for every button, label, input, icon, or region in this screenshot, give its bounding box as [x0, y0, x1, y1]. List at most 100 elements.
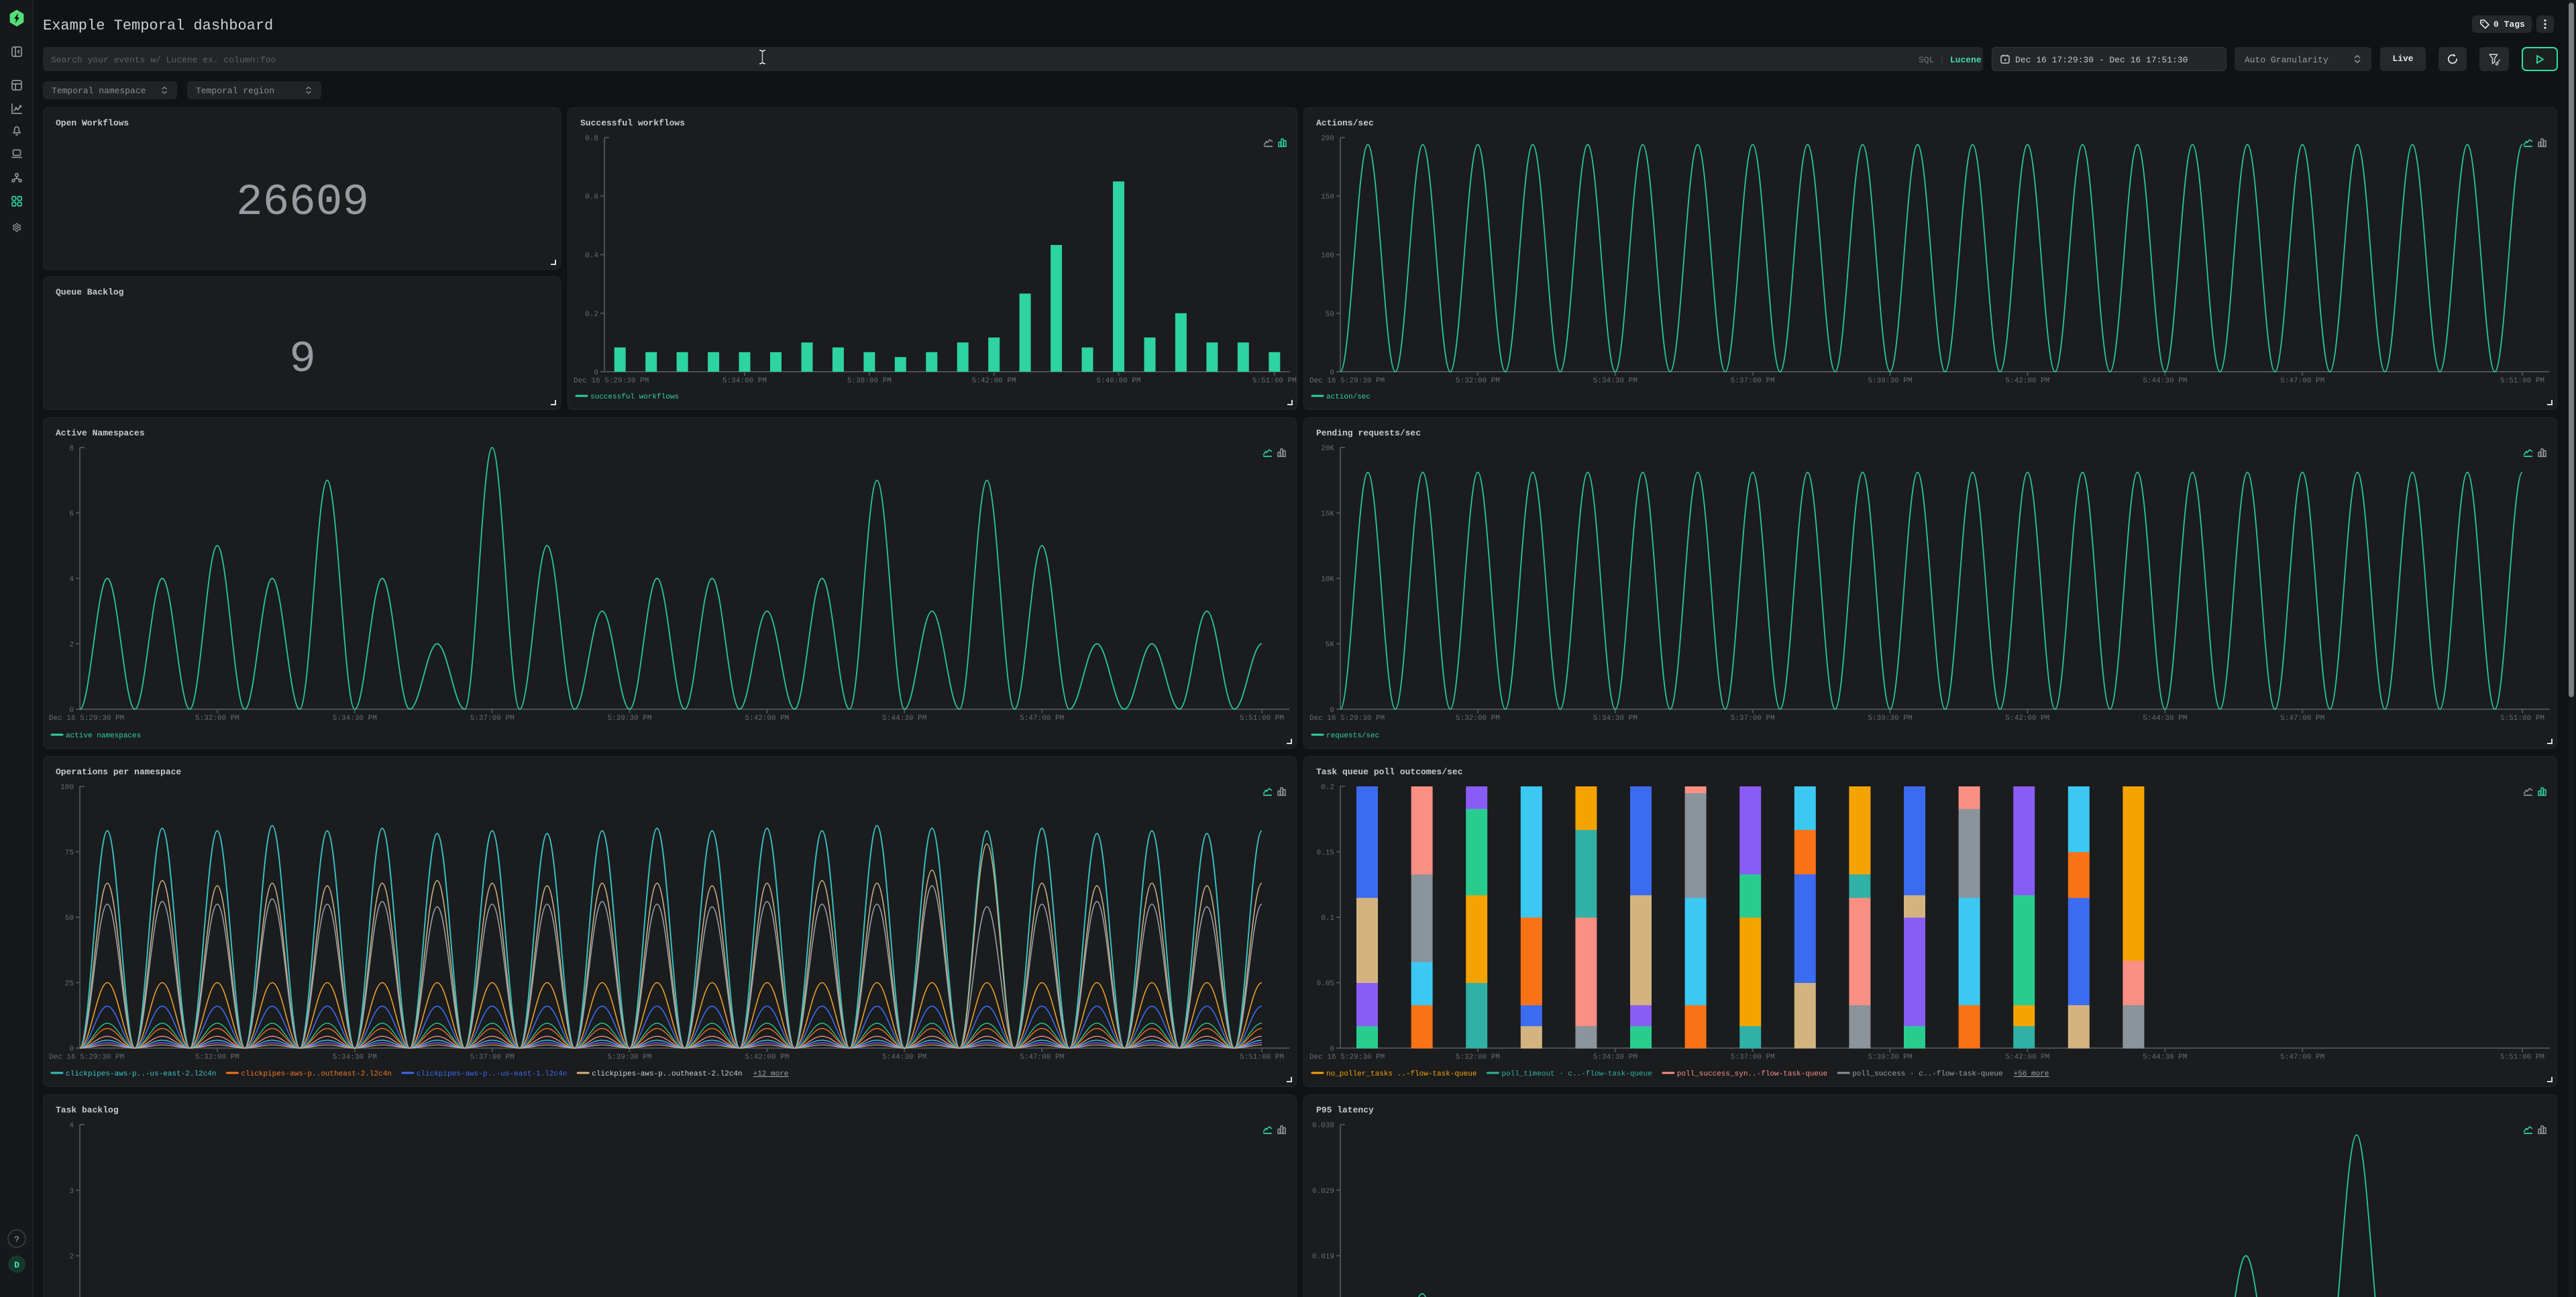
svg-text:Task backlog: Task backlog	[56, 1105, 119, 1115]
svg-text:3: 3	[69, 1188, 74, 1196]
svg-text:0.2: 0.2	[1321, 784, 1334, 792]
svg-text:5:44:30 PM: 5:44:30 PM	[2143, 1053, 2187, 1061]
svg-text:Dec 16 5:29:30 PM: Dec 16 5:29:30 PM	[574, 377, 649, 385]
svg-text:75: 75	[65, 849, 74, 858]
svg-text:5:39:30 PM: 5:39:30 PM	[607, 715, 651, 723]
svg-text:Task queue poll outcomes/sec: Task queue poll outcomes/sec	[1316, 767, 1463, 777]
svg-text:5:47:00 PM: 5:47:00 PM	[1020, 715, 1064, 723]
svg-text:0.2: 0.2	[585, 311, 598, 319]
svg-text:4: 4	[69, 1122, 74, 1130]
svg-text:0.4: 0.4	[585, 252, 598, 260]
svg-text:clickpipes-aws-p..outheast-2.l: clickpipes-aws-p..outheast-2.l2c4n	[241, 1070, 391, 1078]
svg-text:5:47:00 PM: 5:47:00 PM	[2280, 377, 2324, 385]
svg-text:5:34:30 PM: 5:34:30 PM	[1593, 715, 1638, 723]
svg-text:5:42:00 PM: 5:42:00 PM	[2005, 377, 2049, 385]
svg-text:5:34:00 PM: 5:34:00 PM	[722, 377, 767, 385]
svg-text:0.019: 0.019	[1312, 1253, 1334, 1261]
svg-text:5:37:00 PM: 5:37:00 PM	[1731, 715, 1775, 723]
svg-text:0: 0	[1330, 707, 1334, 715]
svg-text:10K: 10K	[1321, 576, 1334, 584]
svg-text:5:39:30 PM: 5:39:30 PM	[607, 1053, 651, 1061]
svg-text:150: 150	[1321, 193, 1334, 201]
svg-text:15K: 15K	[1321, 511, 1334, 519]
svg-text:5:51:00 PM: 5:51:00 PM	[1240, 715, 1284, 723]
svg-text:poll_timeout · c..-flow-task-q: poll_timeout · c..-flow-task-queue	[1501, 1070, 1652, 1078]
svg-text:+56 more: +56 more	[2014, 1070, 2049, 1078]
svg-text:5:37:00 PM: 5:37:00 PM	[470, 1053, 515, 1061]
svg-text:4: 4	[69, 576, 74, 584]
svg-text:5:42:00 PM: 5:42:00 PM	[2005, 1053, 2049, 1061]
svg-text:5:32:00 PM: 5:32:00 PM	[1456, 1053, 1500, 1061]
svg-text:5:42:00 PM: 5:42:00 PM	[972, 377, 1016, 385]
svg-text:9: 9	[289, 334, 316, 384]
svg-text:0.038: 0.038	[1312, 1122, 1334, 1130]
svg-text:25: 25	[65, 980, 74, 988]
svg-text:5:47:00 PM: 5:47:00 PM	[2280, 715, 2324, 723]
svg-text:0: 0	[1330, 1045, 1334, 1053]
svg-text:0: 0	[69, 1045, 74, 1053]
svg-text:successful workflows: successful workflows	[590, 393, 679, 401]
svg-text:50: 50	[1326, 311, 1334, 319]
svg-text:Pending requests/sec: Pending requests/sec	[1316, 428, 1421, 438]
svg-text:Active Namespaces: Active Namespaces	[56, 428, 145, 438]
svg-text:5:47:00 PM: 5:47:00 PM	[1020, 1053, 1064, 1061]
svg-text:action/sec: action/sec	[1326, 393, 1371, 401]
svg-text:no_poller_tasks ..-flow-task-q: no_poller_tasks ..-flow-task-queue	[1326, 1070, 1477, 1078]
svg-text:5:51:00 PM: 5:51:00 PM	[2500, 1053, 2544, 1061]
svg-text:5:47:00 PM: 5:47:00 PM	[2280, 1053, 2324, 1061]
svg-text:Dec 16 5:29:30 PM: Dec 16 5:29:30 PM	[49, 1053, 124, 1061]
svg-text:5:34:30 PM: 5:34:30 PM	[333, 1053, 377, 1061]
svg-text:100: 100	[60, 784, 74, 792]
svg-text:5:42:00 PM: 5:42:00 PM	[2005, 715, 2049, 723]
svg-text:5:44:30 PM: 5:44:30 PM	[2143, 377, 2187, 385]
svg-text:5:39:30 PM: 5:39:30 PM	[1868, 1053, 1912, 1061]
svg-text:5:42:00 PM: 5:42:00 PM	[745, 1053, 789, 1061]
svg-text:5:51:00 PM: 5:51:00 PM	[2500, 377, 2544, 385]
svg-text:clickpipes-aws-p..outheast-2.l: clickpipes-aws-p..outheast-2.l2c4n	[592, 1070, 742, 1078]
svg-text:0: 0	[69, 707, 74, 715]
svg-text:5:32:00 PM: 5:32:00 PM	[1456, 715, 1500, 723]
svg-text:5:32:00 PM: 5:32:00 PM	[1456, 377, 1500, 385]
svg-text:0.15: 0.15	[1317, 849, 1334, 858]
svg-text:Operations per namespace: Operations per namespace	[56, 767, 181, 777]
svg-text:Open Workflows: Open Workflows	[56, 118, 129, 128]
svg-text:5:46:00 PM: 5:46:00 PM	[1096, 377, 1140, 385]
svg-text:Dec 16 5:29:30 PM: Dec 16 5:29:30 PM	[1309, 1053, 1385, 1061]
svg-text:5:34:30 PM: 5:34:30 PM	[1593, 377, 1638, 385]
svg-text:?: ?	[14, 1235, 19, 1245]
svg-text:5:51:00 PM: 5:51:00 PM	[1240, 1053, 1284, 1061]
svg-text:clickpipes-aws-p..-us-east-2.l: clickpipes-aws-p..-us-east-2.l2c4n	[66, 1070, 216, 1078]
svg-text:5:32:00 PM: 5:32:00 PM	[195, 1053, 239, 1061]
svg-text:poll_success · c..-flow-task-q: poll_success · c..-flow-task-queue	[1852, 1070, 2002, 1078]
svg-text:5:44:30 PM: 5:44:30 PM	[882, 1053, 926, 1061]
svg-text:5:51:00 PM: 5:51:00 PM	[2500, 715, 2544, 723]
svg-text:5:37:00 PM: 5:37:00 PM	[1731, 377, 1775, 385]
svg-text:Dec 16 5:29:30 PM: Dec 16 5:29:30 PM	[49, 715, 124, 723]
svg-text:5:38:00 PM: 5:38:00 PM	[847, 377, 892, 385]
svg-text:5:44:30 PM: 5:44:30 PM	[882, 715, 926, 723]
svg-text:5:39:30 PM: 5:39:30 PM	[1868, 377, 1912, 385]
svg-text:5:32:00 PM: 5:32:00 PM	[195, 715, 239, 723]
svg-text:20K: 20K	[1321, 445, 1334, 453]
svg-text:0.8: 0.8	[585, 135, 598, 143]
svg-text:5:39:30 PM: 5:39:30 PM	[1868, 715, 1912, 723]
svg-text:requests/sec: requests/sec	[1326, 732, 1379, 740]
svg-text:+12 more: +12 more	[753, 1070, 789, 1078]
svg-text:Dec 16 5:29:30 PM: Dec 16 5:29:30 PM	[1309, 715, 1385, 723]
svg-text:5:42:00 PM: 5:42:00 PM	[745, 715, 789, 723]
svg-text:active namespaces: active namespaces	[66, 732, 141, 740]
svg-text:5:44:30 PM: 5:44:30 PM	[2143, 715, 2187, 723]
svg-text:2: 2	[69, 641, 74, 650]
svg-text:5:51:00 PM: 5:51:00 PM	[1252, 377, 1297, 385]
svg-text:Dec 16 5:29:30 PM: Dec 16 5:29:30 PM	[1309, 377, 1385, 385]
svg-text:Successful workflows: Successful workflows	[580, 118, 685, 128]
svg-text:0.6: 0.6	[585, 193, 598, 201]
svg-text:26609: 26609	[236, 177, 369, 227]
svg-text:8: 8	[69, 445, 74, 453]
svg-text:200: 200	[1321, 135, 1334, 143]
svg-text:Queue Backlog: Queue Backlog	[56, 287, 124, 297]
svg-text:0.1: 0.1	[1321, 915, 1334, 923]
svg-text:Actions/sec: Actions/sec	[1316, 118, 1374, 128]
svg-text:0.05: 0.05	[1317, 980, 1334, 988]
svg-text:5:37:00 PM: 5:37:00 PM	[1731, 1053, 1775, 1061]
